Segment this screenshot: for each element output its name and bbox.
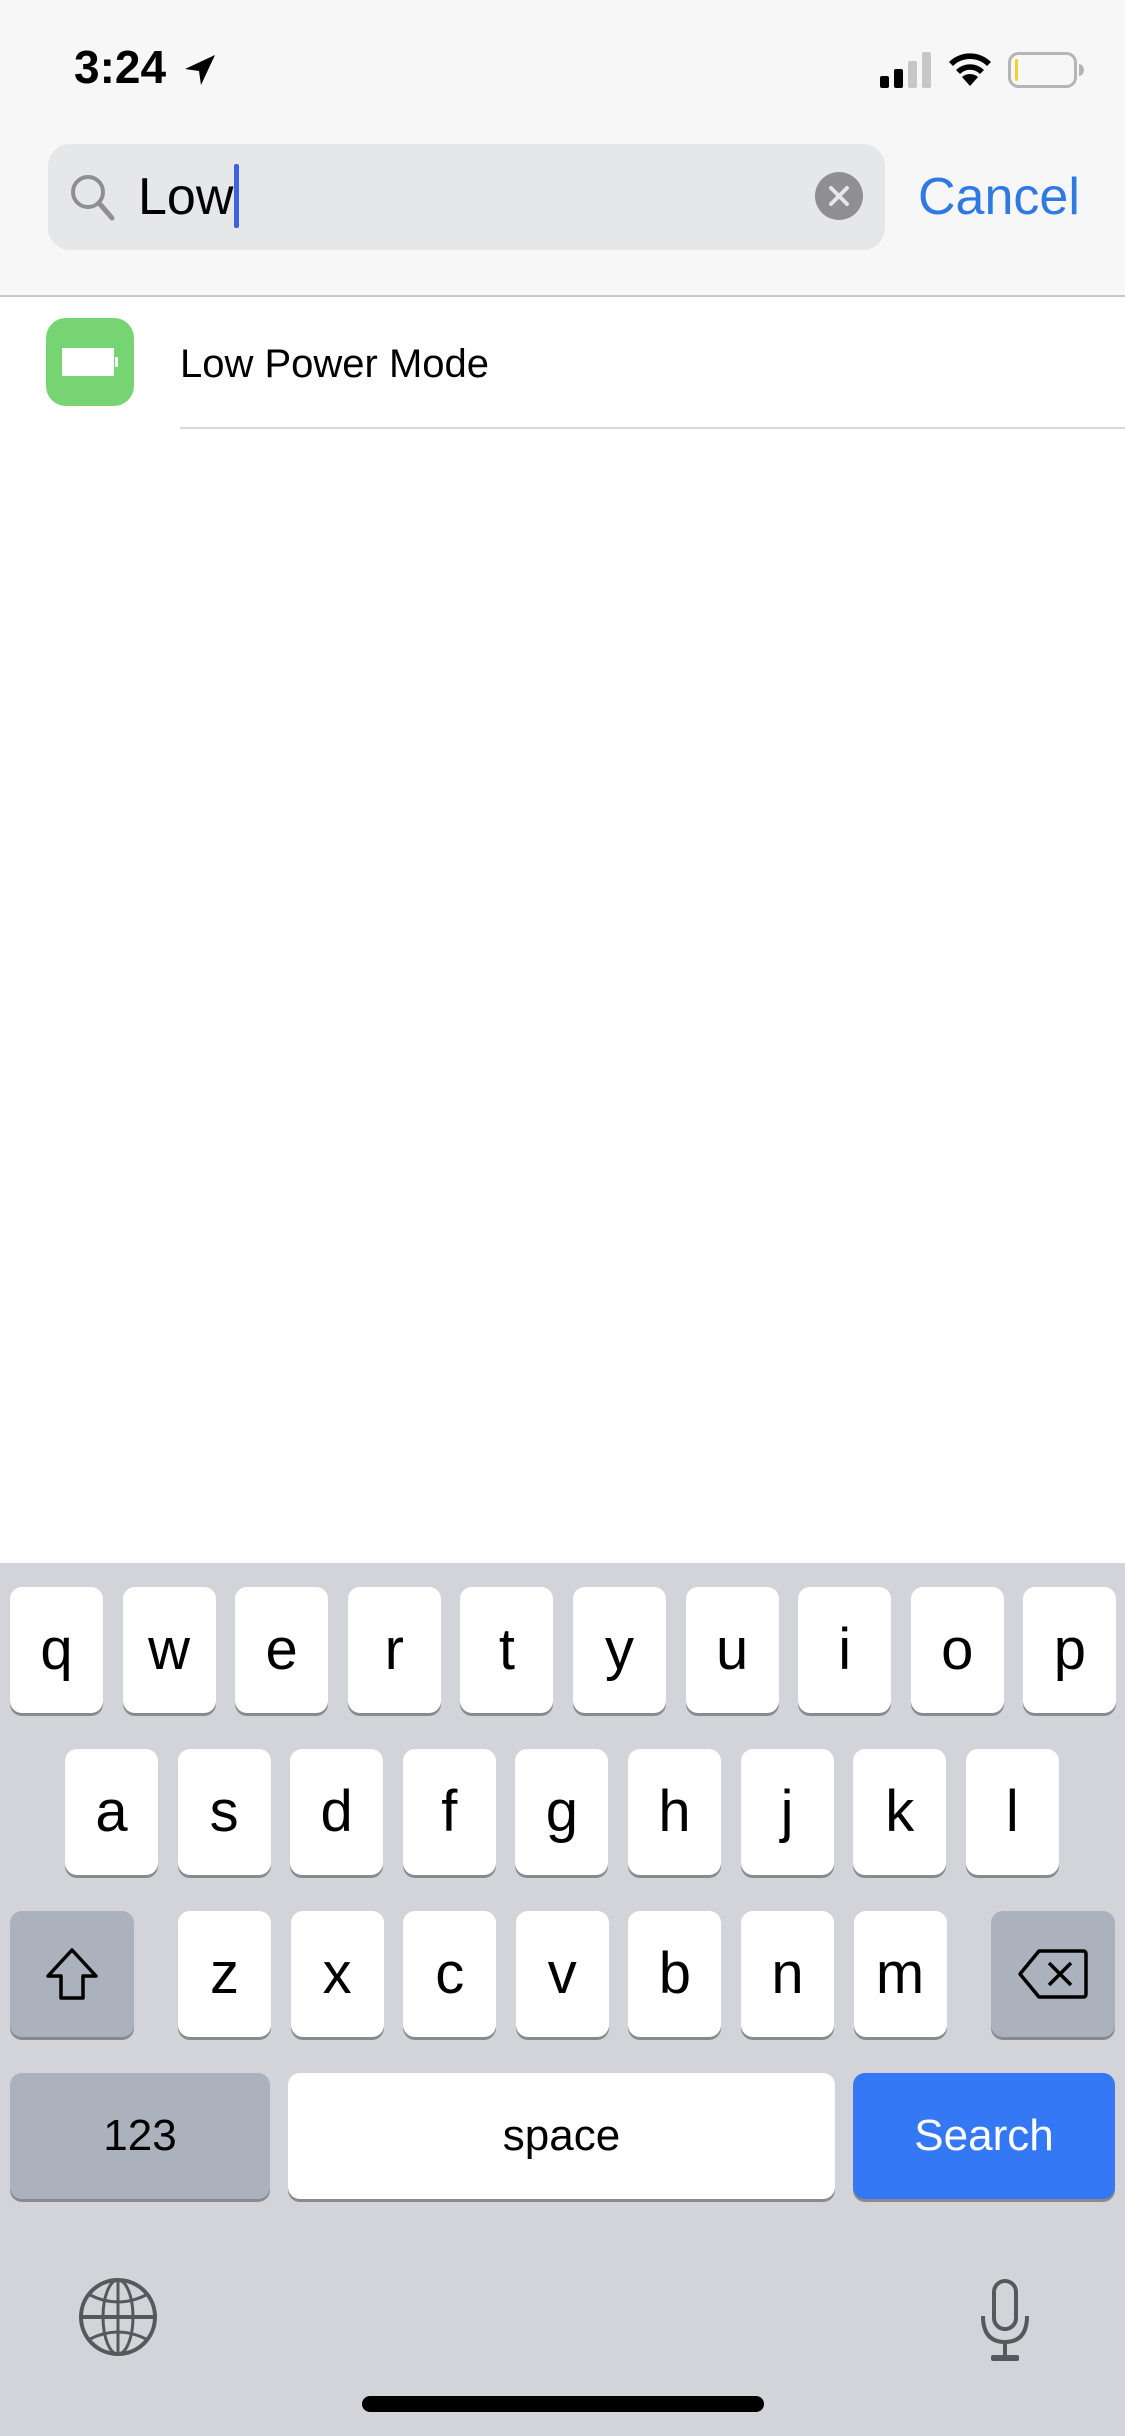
key-t[interactable]: t: [460, 1587, 554, 1713]
battery-icon: [1008, 52, 1084, 88]
key-z[interactable]: z: [178, 1911, 271, 2037]
key-f[interactable]: f: [402, 1749, 496, 1875]
key-label: Search: [914, 2111, 1054, 2160]
key-label: c: [435, 1941, 465, 2006]
key-a[interactable]: a: [65, 1749, 158, 1875]
cancel-button[interactable]: Cancel: [918, 166, 1080, 228]
key-k[interactable]: k: [853, 1749, 947, 1875]
search-result-label[interactable]: Low Power Mode: [180, 340, 489, 388]
key-g[interactable]: g: [515, 1749, 609, 1875]
globe-icon[interactable]: [76, 2275, 160, 2359]
key-x[interactable]: x: [290, 1911, 384, 2037]
key-c[interactable]: c: [403, 1911, 497, 2037]
key-label: j: [780, 1779, 794, 1844]
key-e[interactable]: e: [235, 1587, 329, 1713]
key-label: y: [605, 1617, 634, 1682]
key-o[interactable]: o: [910, 1587, 1004, 1713]
key-label: f: [441, 1779, 458, 1844]
key-y[interactable]: y: [573, 1587, 666, 1713]
key-h[interactable]: h: [628, 1749, 721, 1875]
key-label: p: [1053, 1617, 1087, 1682]
delete-key[interactable]: [991, 1911, 1115, 2037]
key-s[interactable]: s: [177, 1749, 271, 1875]
key-label: 123: [103, 2111, 177, 2160]
low-power-mode-app-icon[interactable]: [46, 318, 134, 406]
key-b[interactable]: b: [628, 1911, 722, 2037]
clear-text-button[interactable]: [815, 172, 863, 220]
key-label: k: [885, 1779, 915, 1844]
key-p[interactable]: p: [1023, 1587, 1117, 1713]
search-key[interactable]: Search: [853, 2073, 1115, 2199]
key-label: x: [322, 1941, 352, 2006]
numbers-key[interactable]: 123: [10, 2073, 270, 2199]
key-label: q: [40, 1617, 73, 1682]
key-l[interactable]: l: [965, 1749, 1059, 1875]
location-arrow-icon: [185, 55, 215, 85]
battery-icon: [62, 348, 118, 376]
search-input-value: Low: [138, 168, 234, 226]
key-label: z: [210, 1941, 239, 2006]
key-label: r: [384, 1617, 404, 1682]
key-label: w: [148, 1617, 191, 1682]
key-i[interactable]: i: [798, 1587, 892, 1713]
key-q[interactable]: q: [10, 1587, 103, 1713]
wifi-icon: [949, 53, 991, 86]
key-label: t: [498, 1617, 515, 1682]
key-label: v: [547, 1941, 577, 2006]
key-w[interactable]: w: [122, 1587, 216, 1713]
status-time: 3:24: [74, 41, 167, 93]
search-input[interactable]: Low: [138, 164, 240, 232]
microphone-icon[interactable]: [975, 2278, 1035, 2364]
space-key[interactable]: space: [288, 2073, 835, 2199]
text-caret: [234, 164, 240, 229]
clear-text-icon: [829, 186, 849, 206]
key-label: h: [658, 1779, 691, 1844]
key-label: n: [771, 1941, 804, 2006]
key-label: o: [941, 1617, 974, 1682]
key-label: u: [715, 1617, 749, 1682]
key-label: i: [838, 1617, 852, 1682]
key-label: m: [875, 1941, 925, 2006]
key-r[interactable]: r: [347, 1587, 441, 1713]
search-result-row[interactable]: [0, 297, 1125, 429]
key-label: e: [265, 1617, 298, 1682]
shift-key[interactable]: [10, 1911, 134, 2037]
cellular-signal-icon: [880, 52, 931, 88]
key-u[interactable]: u: [685, 1587, 779, 1713]
divider: [180, 427, 1125, 429]
key-m[interactable]: m: [853, 1911, 947, 2037]
search-icon: [71, 175, 115, 221]
key-label: a: [95, 1779, 128, 1844]
key-label: space: [502, 2111, 621, 2160]
key-label: g: [545, 1779, 579, 1844]
key-j[interactable]: j: [740, 1749, 834, 1875]
key-v[interactable]: v: [515, 1911, 609, 2037]
key-n[interactable]: n: [741, 1911, 834, 2037]
key-label: d: [320, 1779, 353, 1844]
key-d[interactable]: d: [290, 1749, 384, 1875]
key-label: l: [1005, 1779, 1019, 1844]
shift-icon: [46, 1948, 98, 2000]
home-indicator[interactable]: [362, 2396, 764, 2412]
key-label: s: [209, 1779, 239, 1844]
delete-backspace-icon: [1018, 1949, 1088, 1999]
key-label: b: [658, 1941, 692, 2006]
